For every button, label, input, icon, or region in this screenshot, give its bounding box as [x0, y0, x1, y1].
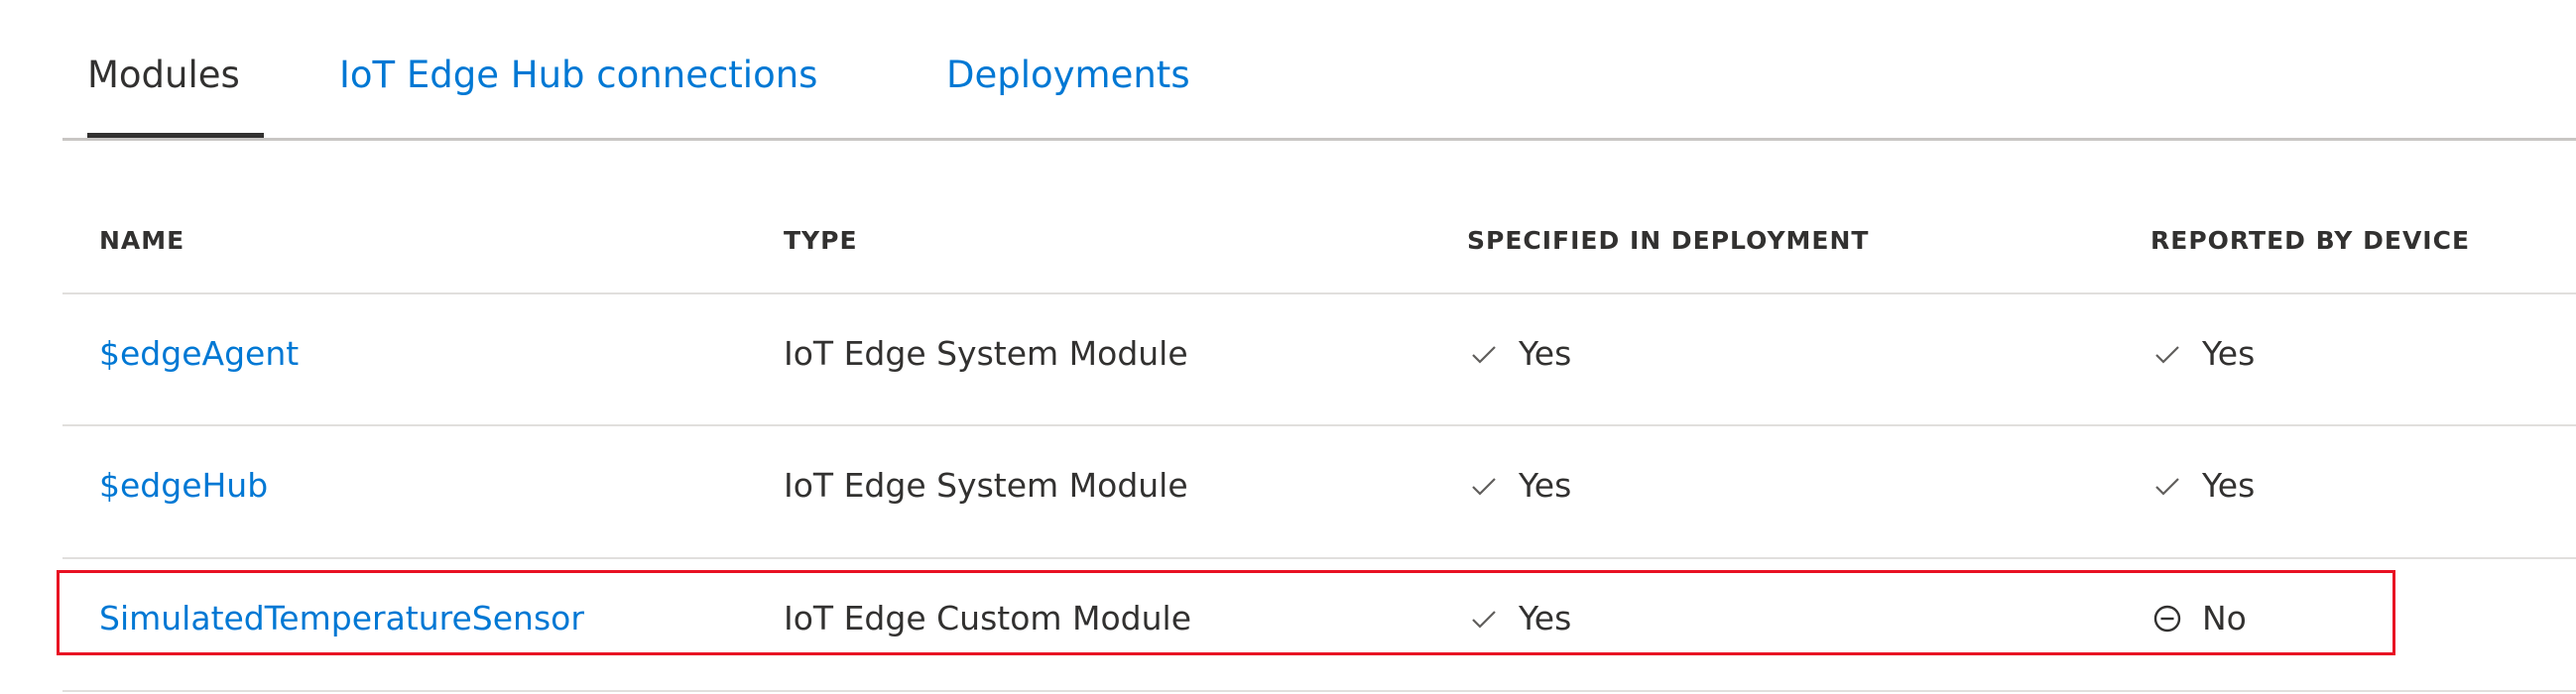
tab-bar-divider [62, 138, 2576, 141]
reported-by-device-status: Yes [2150, 330, 2255, 378]
tab-modules[interactable]: Modules [87, 46, 240, 105]
reported-by-device-value: Yes [2202, 334, 2256, 373]
module-name-link[interactable]: $edgeHub [99, 462, 268, 510]
checkmark-icon [1467, 602, 1501, 636]
tab-deployments[interactable]: Deployments [946, 46, 1190, 105]
minus-circle-icon [2150, 602, 2184, 636]
checkmark-icon [2150, 469, 2184, 503]
module-type: IoT Edge Custom Module [784, 599, 1192, 637]
column-header-name[interactable]: NAME [99, 226, 184, 255]
specified-in-deployment-status: Yes [1467, 330, 1571, 378]
specified-in-deployment-status: Yes [1467, 595, 1571, 642]
tab-bar: Modules IoT Edge Hub connections Deploym… [0, 0, 2576, 141]
specified-in-deployment-value: Yes [1519, 599, 1572, 637]
specified-in-deployment-value: Yes [1519, 334, 1572, 373]
table-header: NAME TYPE SPECIFIED IN DEPLOYMENT REPORT… [62, 198, 2576, 293]
table-row[interactable]: $edgeAgent IoT Edge System Module Yes Ye… [62, 292, 2576, 423]
module-name-link[interactable]: $edgeAgent [99, 330, 299, 378]
module-type: IoT Edge System Module [784, 334, 1188, 373]
column-header-specified-in-deployment[interactable]: SPECIFIED IN DEPLOYMENT [1467, 226, 1869, 255]
specified-in-deployment-status: Yes [1467, 462, 1571, 510]
reported-by-device-value: No [2202, 599, 2247, 637]
module-type: IoT Edge System Module [784, 466, 1188, 505]
row-divider [62, 690, 2576, 692]
reported-by-device-status: No [2150, 595, 2247, 642]
checkmark-icon [1467, 337, 1501, 371]
tab-iot-edge-hub-connections[interactable]: IoT Edge Hub connections [339, 46, 817, 105]
checkmark-icon [2150, 337, 2184, 371]
modules-page: Modules IoT Edge Hub connections Deploym… [0, 0, 2576, 694]
reported-by-device-status: Yes [2150, 462, 2255, 510]
module-name-link[interactable]: SimulatedTemperatureSensor [99, 595, 584, 642]
table-row[interactable]: $edgeHub IoT Edge System Module Yes Yes [62, 424, 2576, 555]
column-header-type[interactable]: TYPE [784, 226, 858, 255]
specified-in-deployment-value: Yes [1519, 466, 1572, 505]
table-row[interactable]: SimulatedTemperatureSensor IoT Edge Cust… [62, 557, 2576, 688]
checkmark-icon [1467, 469, 1501, 503]
column-header-reported-by-device[interactable]: REPORTED BY DEVICE [2150, 226, 2470, 255]
reported-by-device-value: Yes [2202, 466, 2256, 505]
